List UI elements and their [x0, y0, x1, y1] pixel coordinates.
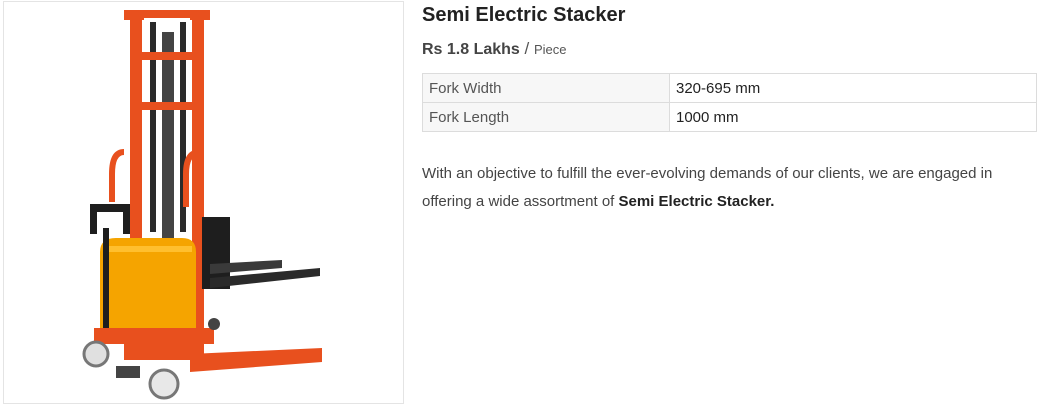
- price-amount: Rs 1.8 Lakhs: [422, 41, 520, 58]
- spec-row: Fork Length 1000 mm: [422, 102, 1037, 132]
- description-product-name: Semi Electric Stacker.: [618, 193, 775, 210]
- stacker-icon: [82, 10, 322, 400]
- price-separator: /: [519, 39, 534, 58]
- price-unit: Piece: [534, 42, 567, 57]
- spec-value: 1000 mm: [669, 102, 1037, 132]
- product-title: Semi Electric Stacker: [422, 4, 626, 26]
- price: Rs 1.8 Lakhs / Piece: [422, 38, 567, 61]
- spec-value: 320-695 mm: [669, 73, 1037, 103]
- product-image[interactable]: [3, 1, 404, 404]
- spec-label: Fork Length: [422, 102, 670, 132]
- product-description: With an objective to fulfill the ever-ev…: [422, 160, 1042, 216]
- spec-row: Fork Width 320-695 mm: [422, 73, 1037, 103]
- spec-label: Fork Width: [422, 73, 670, 103]
- specs-table: Fork Width 320-695 mm Fork Length 1000 m…: [422, 73, 1037, 132]
